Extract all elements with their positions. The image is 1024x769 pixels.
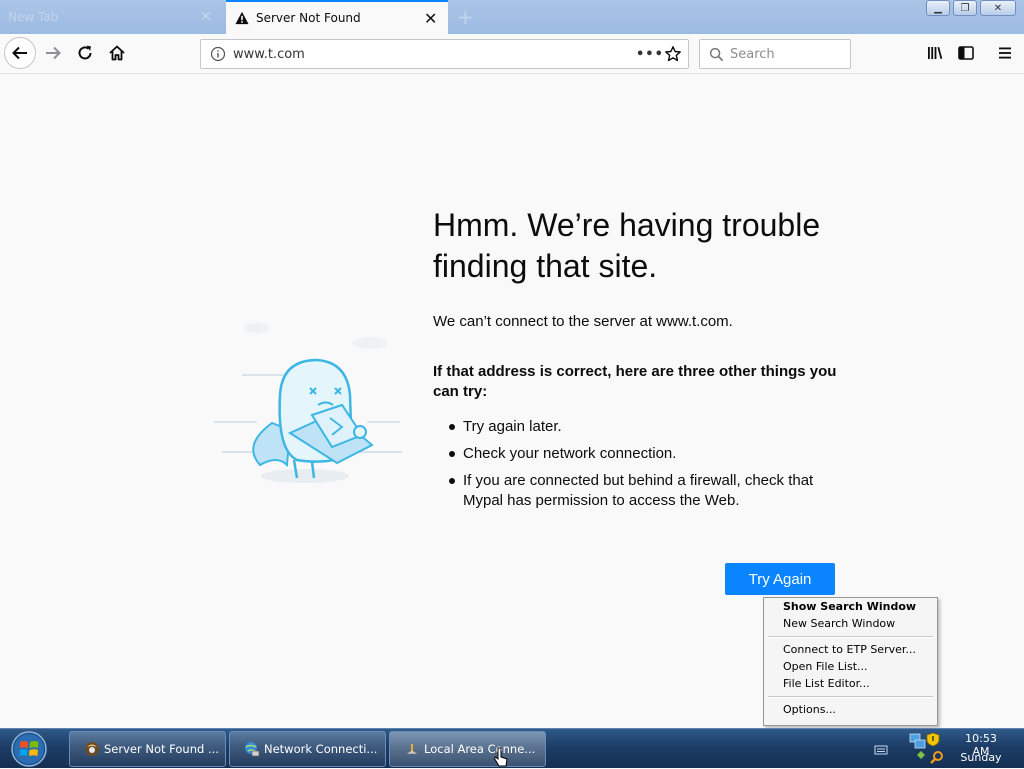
clock-day[interactable]: Sunday: [955, 751, 1007, 764]
list-item: If you are connected but behind a firewa…: [449, 471, 829, 511]
menu-item-show-search-window[interactable]: Show Search Window: [783, 599, 916, 615]
search-tool-icon: [930, 751, 943, 764]
bookmark-star-icon[interactable]: [664, 45, 682, 63]
sidebar-icon: [958, 46, 974, 60]
reload-button[interactable]: [70, 38, 100, 68]
menu-button[interactable]: [990, 38, 1020, 68]
close-icon[interactable]: ✕: [424, 9, 437, 28]
forward-button[interactable]: [38, 38, 68, 68]
error-title: Hmm. We’re having trouble finding that s…: [433, 207, 821, 284]
search-bar[interactable]: [699, 39, 851, 69]
menu-item-new-search-window[interactable]: New Search Window: [783, 616, 895, 632]
network-status-icon: [909, 733, 926, 759]
error-description: We can’t connect to the server at www.t.…: [433, 313, 733, 330]
menu-item-options[interactable]: Options...: [783, 702, 836, 718]
tab-server-not-found[interactable]: Server Not Found ✕: [226, 0, 448, 34]
list-item: Check your network connection.: [449, 444, 829, 464]
mouse-cursor-icon: [494, 747, 508, 767]
taskbar-button-local-area-connection[interactable]: Local Area Conne...: [389, 731, 546, 767]
library-button[interactable]: [920, 38, 950, 68]
restore-button[interactable]: ❐: [953, 0, 977, 16]
menu-separator: [768, 696, 933, 698]
back-arrow-icon: [12, 46, 27, 60]
tab-new-tab[interactable]: New Tab ✕: [0, 0, 225, 34]
error-dinosaur-illustration: [214, 323, 402, 483]
navigation-toolbar: www.t.com •••: [0, 34, 1024, 74]
back-button[interactable]: [4, 37, 36, 69]
menu-item-open-file-list[interactable]: Open File List...: [783, 659, 868, 675]
window-controls: ▁ ❐ ✕: [926, 0, 1016, 16]
security-shield-icon: [926, 732, 940, 747]
menu-item-connect-etp[interactable]: Connect to ETP Server...: [783, 642, 916, 658]
new-tab-button[interactable]: +: [457, 5, 474, 29]
try-again-button[interactable]: Try Again: [725, 563, 835, 595]
network-globe-icon: [245, 742, 260, 757]
keyboard-icon: [874, 745, 888, 755]
close-window-button[interactable]: ✕: [980, 0, 1016, 16]
address-bar[interactable]: www.t.com •••: [200, 39, 689, 69]
library-icon: [928, 47, 943, 59]
tab-label: Server Not Found: [256, 11, 361, 25]
taskbar-label: Network Connecti...: [264, 742, 378, 756]
home-button[interactable]: [102, 38, 132, 68]
warning-icon: [235, 11, 249, 25]
taskbar: Server Not Found ... Network Connecti...…: [0, 728, 1024, 768]
close-icon[interactable]: ✕: [200, 9, 212, 25]
taskbar-label: Server Not Found ...: [104, 742, 219, 756]
page-actions-icon[interactable]: •••: [636, 47, 663, 62]
home-icon: [109, 45, 125, 61]
reload-icon: [78, 45, 92, 60]
start-button[interactable]: [9, 730, 49, 768]
taskbar-label: Local Area Conne...: [424, 742, 536, 756]
taskbar-button-browser[interactable]: Server Not Found ...: [69, 731, 226, 767]
info-icon[interactable]: [210, 46, 226, 62]
url-text[interactable]: www.t.com: [233, 47, 636, 62]
tab-strip: New Tab ✕ Server Not Found ✕ + ▁ ❐ ✕: [0, 0, 1024, 34]
forward-arrow-icon: [46, 46, 61, 60]
list-item: Try again later.: [449, 417, 829, 437]
suggestions-heading: If that address is correct, here are thr…: [433, 363, 837, 400]
menu-item-file-list-editor[interactable]: File List Editor...: [783, 676, 870, 692]
hamburger-menu-icon: [999, 47, 1011, 59]
sidebar-button[interactable]: [951, 38, 981, 68]
search-icon: [709, 47, 724, 61]
minimize-button[interactable]: ▁: [926, 0, 950, 16]
search-input[interactable]: [730, 46, 840, 62]
menu-separator: [768, 636, 933, 638]
tray-context-menu: Show Search Window New Search Window Con…: [763, 597, 938, 726]
network-adapter-icon: [405, 744, 419, 755]
browser-icon: [85, 742, 99, 756]
tab-label: New Tab: [8, 10, 59, 24]
taskbar-button-network-connections[interactable]: Network Connecti...: [229, 731, 386, 767]
suggestions-list: Try again later. Check your network conn…: [449, 417, 829, 518]
